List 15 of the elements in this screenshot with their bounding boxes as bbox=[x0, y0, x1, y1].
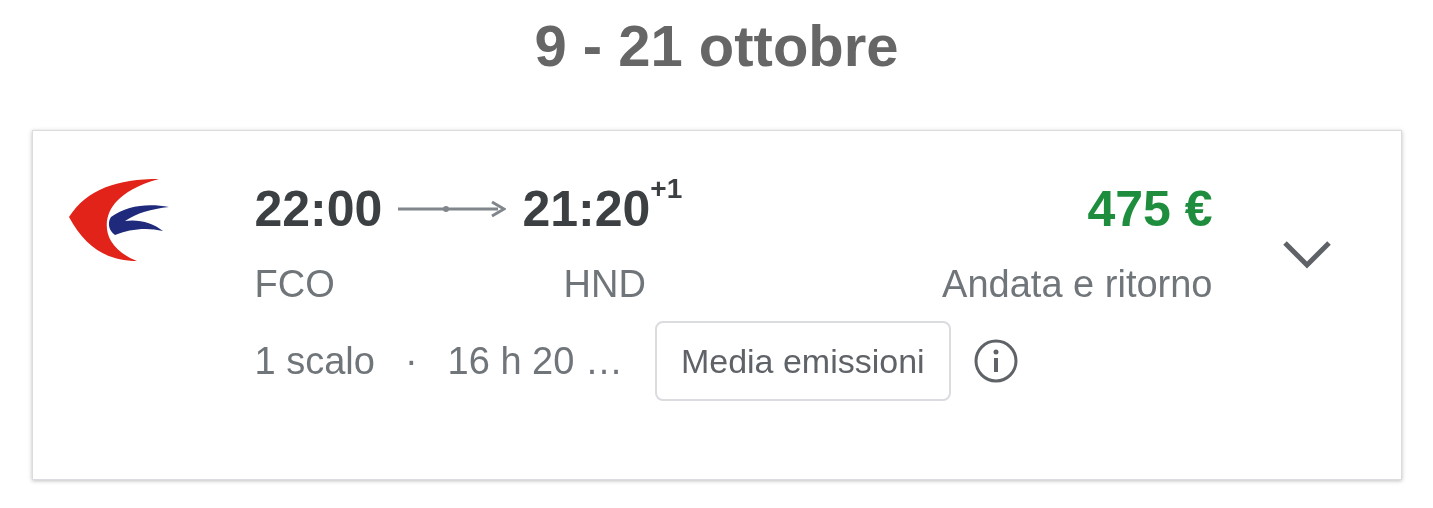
day-offset: +1 bbox=[650, 173, 683, 205]
arrow-icon bbox=[398, 199, 507, 219]
stops-count: 1 scalo bbox=[254, 338, 375, 384]
emissions-badge: Media emissioni bbox=[654, 321, 951, 401]
origin-code: FCO bbox=[254, 262, 336, 307]
date-range-heading: 9 - 21 ottobre bbox=[534, 14, 899, 78]
separator-dot: · bbox=[404, 338, 418, 384]
info-icon[interactable] bbox=[972, 338, 1019, 384]
destination-code: HND bbox=[563, 262, 647, 307]
arrival-time: 21:20 bbox=[522, 180, 651, 239]
flight-duration: 16 h 20 … bbox=[447, 338, 623, 384]
departure-time: 22:00 bbox=[254, 180, 383, 239]
price: 475 € bbox=[1087, 180, 1213, 239]
trip-type: Andata e ritorno bbox=[942, 262, 1213, 307]
expand-chevron-icon[interactable] bbox=[1280, 239, 1333, 271]
